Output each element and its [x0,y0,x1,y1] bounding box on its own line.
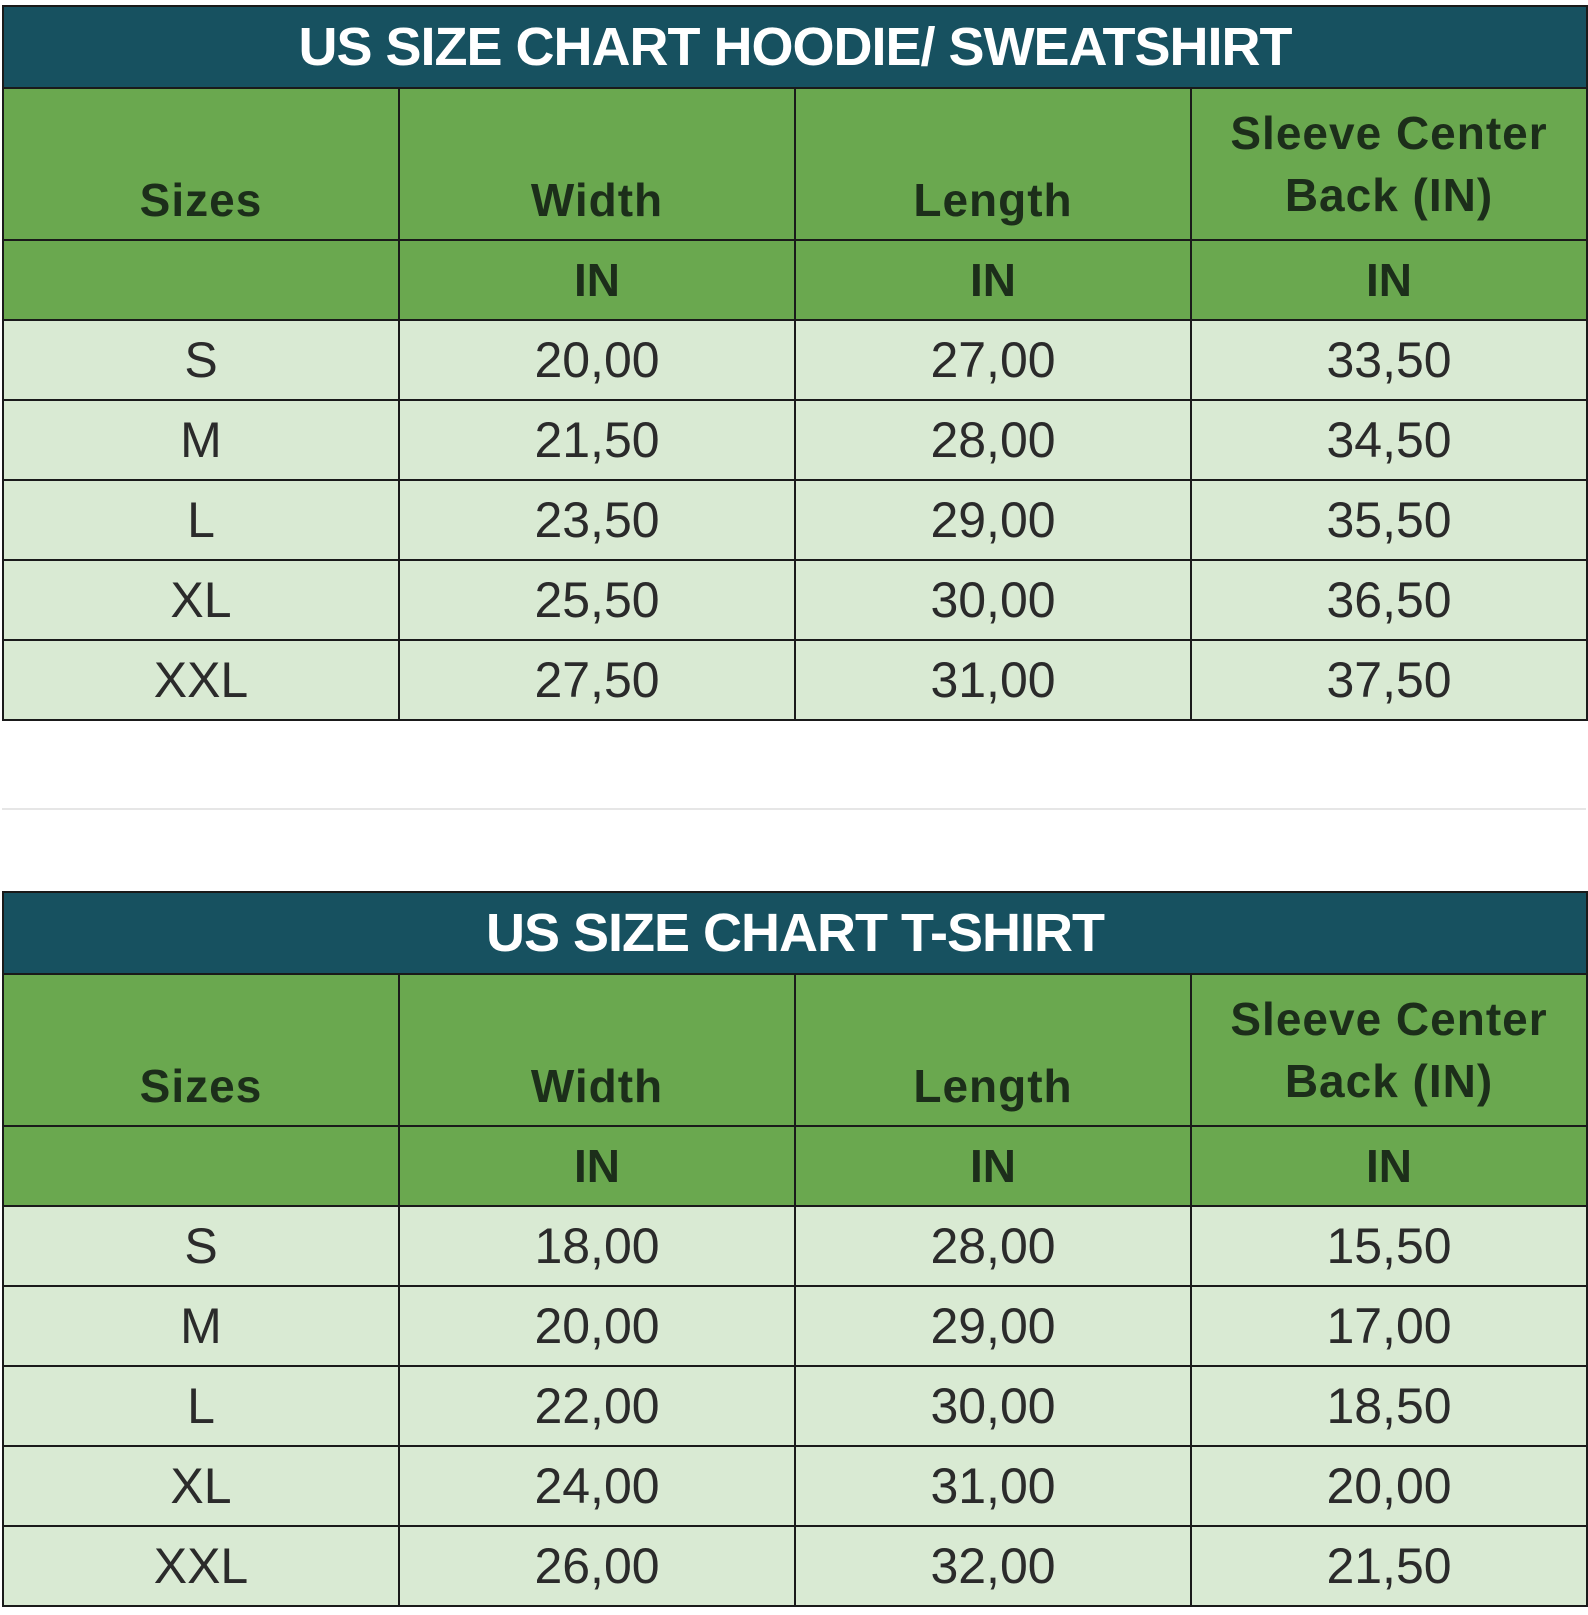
table-row: S 18,00 28,00 15,50 [2,1205,1588,1287]
size-cell: S [2,319,400,401]
table-row: L 23,50 29,00 35,50 [2,479,1588,561]
table-row: M 21,50 28,00 34,50 [2,399,1588,481]
width-cell: 25,50 [398,559,796,641]
table-row: XXL 27,50 31,00 37,50 [2,639,1588,721]
length-cell: 30,00 [794,559,1192,641]
table-row: XL 24,00 31,00 20,00 [2,1445,1588,1527]
header-sleeve-line1: Sleeve Center [1230,993,1548,1045]
sleeve-cell: 18,50 [1189,1365,1588,1447]
header-sizes: Sizes [2,973,400,1127]
header-sleeve: Sleeve Center Back (IN) [1189,87,1588,241]
header-length: Length [794,973,1192,1127]
header-width: Width [398,973,796,1127]
unit-cell: IN [398,1125,796,1207]
header-sizes: Sizes [2,87,400,241]
spacer [0,728,1588,887]
length-cell: 29,00 [794,479,1192,561]
sleeve-cell: 36,50 [1189,559,1588,641]
header-sleeve-line2: Back (IN) [1284,169,1494,221]
tshirt-size-chart: US SIZE CHART T-SHIRT Sizes Width Length… [1,891,1588,1607]
table-row: XXL 26,00 32,00 21,50 [2,1525,1588,1607]
width-cell: 21,50 [398,399,796,481]
width-cell: 18,00 [398,1205,796,1287]
size-cell: XL [2,1445,400,1527]
length-cell: 31,00 [794,1445,1192,1527]
sleeve-cell: 34,50 [1189,399,1588,481]
size-cell: M [2,399,400,481]
length-cell: 32,00 [794,1525,1192,1607]
unit-cell [2,239,400,321]
chart-title: US SIZE CHART T-SHIRT [1,891,1588,975]
unit-cell [2,1125,400,1207]
length-cell: 27,00 [794,319,1192,401]
table-row: S 20,00 27,00 33,50 [2,319,1588,401]
unit-cell: IN [1189,239,1588,321]
header-width: Width [398,87,796,241]
size-cell: S [2,1205,400,1287]
size-cell: XXL [2,1525,400,1607]
hoodie-size-chart: US SIZE CHART HOODIE/ SWEATSHIRT Sizes W… [1,5,1588,721]
unit-cell: IN [1189,1125,1588,1207]
header-sleeve-line1: Sleeve Center [1230,107,1548,159]
length-cell: 29,00 [794,1285,1192,1367]
table-row: L 22,00 30,00 18,50 [2,1365,1588,1447]
length-cell: 28,00 [794,1205,1192,1287]
sleeve-cell: 21,50 [1189,1525,1588,1607]
unit-cell: IN [794,239,1192,321]
length-cell: 30,00 [794,1365,1192,1447]
size-cell: L [2,479,400,561]
width-cell: 23,50 [398,479,796,561]
sleeve-cell: 37,50 [1189,639,1588,721]
size-cell: XL [2,559,400,641]
chart-title: US SIZE CHART HOODIE/ SWEATSHIRT [1,5,1588,89]
width-cell: 20,00 [398,1285,796,1367]
divider [2,808,1586,810]
size-cell: M [2,1285,400,1367]
sleeve-cell: 17,00 [1189,1285,1588,1367]
unit-cell: IN [398,239,796,321]
sleeve-cell: 20,00 [1189,1445,1588,1527]
length-cell: 28,00 [794,399,1192,481]
width-cell: 22,00 [398,1365,796,1447]
size-cell: L [2,1365,400,1447]
table-row: XL 25,50 30,00 36,50 [2,559,1588,641]
length-cell: 31,00 [794,639,1192,721]
sleeve-cell: 15,50 [1189,1205,1588,1287]
width-cell: 26,00 [398,1525,796,1607]
width-cell: 24,00 [398,1445,796,1527]
sleeve-cell: 33,50 [1189,319,1588,401]
header-length: Length [794,87,1192,241]
header-sleeve-line2: Back (IN) [1284,1055,1494,1107]
width-cell: 27,50 [398,639,796,721]
header-sleeve: Sleeve Center Back (IN) [1189,973,1588,1127]
width-cell: 20,00 [398,319,796,401]
unit-cell: IN [794,1125,1192,1207]
size-cell: XXL [2,639,400,721]
table-row: M 20,00 29,00 17,00 [2,1285,1588,1367]
sleeve-cell: 35,50 [1189,479,1588,561]
